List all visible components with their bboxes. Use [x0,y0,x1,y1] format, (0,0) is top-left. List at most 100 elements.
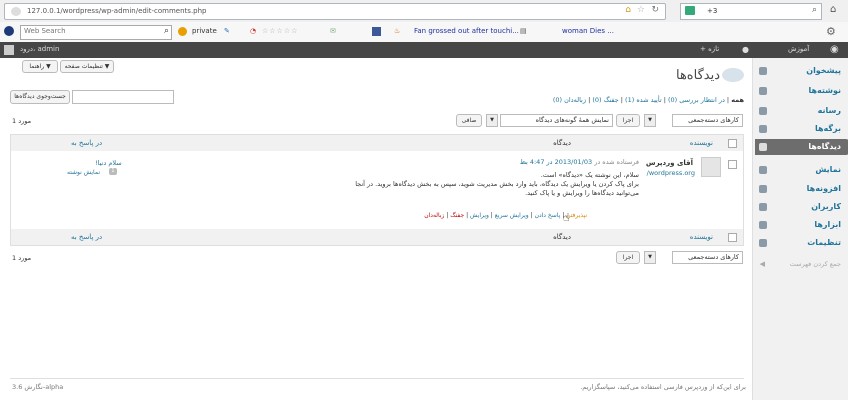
filter-all[interactable]: همه [731,96,744,104]
sidebar-item-dashboard[interactable]: پیشخوان [806,66,841,75]
search-comments-input[interactable] [72,90,174,104]
sidebar-item-pages[interactable]: برگه‌ها [815,124,841,133]
google-icon [685,6,695,15]
col-in-response[interactable]: در پاسخ به [71,139,102,147]
web-search-field[interactable]: ⌕ [20,25,172,40]
comments-menu-icon [759,143,767,151]
col-in-response-bottom[interactable]: در پاسخ به [71,233,102,241]
select-all-checkbox[interactable] [728,139,737,148]
url-text: 127.0.0.1/wordpress/wp-admin/edit-commen… [27,7,207,15]
clock-icon[interactable]: ◔ [250,27,256,35]
trash-link[interactable]: زباله‌دان [424,212,444,219]
posts-icon [759,87,767,95]
howdy-user[interactable]: درود، admin [20,45,59,53]
avatar[interactable] [4,45,14,55]
addon-toolbar: ⌕ private ✎ ◔ ☆☆☆☆☆ ✉ ♨ Fan grossed out … [0,22,848,43]
edit-link[interactable]: ویرایش [470,212,489,219]
screen-options-tab[interactable]: تنظیمات صفحه ▼ [60,60,114,73]
quick-edit-link[interactable]: ویرایش سریع [495,212,529,219]
comment-date-link[interactable]: 2013/01/03 در 4:47 بظ [520,158,592,166]
row-checkbox[interactable] [728,160,737,169]
site-name-link[interactable]: آموزش [788,45,809,53]
new-content-button[interactable]: + تازه [700,45,719,53]
toolbar-logo-icon[interactable] [4,26,14,36]
toolbar-news-1[interactable]: Fan grossed out after touchi... [414,27,519,35]
select-all-checkbox-bottom[interactable] [728,233,737,242]
comments-table: نویسنده دیدگاه در پاسخ به آقای وردپرس /w… [10,134,744,246]
apply-button-top[interactable]: اجرا [616,114,640,127]
filter-pending[interactable]: در انتظار بررسی (0) [668,96,725,104]
site-icon [11,7,21,16]
comment-count-bubble-icon[interactable]: 1 [109,168,117,175]
filter-spam[interactable]: جفنگ (0) [592,96,618,104]
search-icon[interactable]: ⌕ [164,26,169,36]
help-tab[interactable]: راهنما ▼ [22,60,58,73]
select-arrow-icon: ▼ [644,114,656,127]
rating-stars[interactable]: ☆☆☆☆☆ [262,27,298,35]
col-author[interactable]: نویسنده [690,139,713,147]
items-count-top: 1 مورد [12,117,32,125]
submitted-line: فرستاده شده در 2013/01/03 در 4:47 بظ [520,158,639,166]
comment-type-select[interactable]: نمایش همهٔ گونه‌های دیدگاه [500,114,613,127]
bulk-actions-select-top[interactable]: کارهای دسته‌جمعی [672,114,743,127]
facebook-icon[interactable] [372,27,381,36]
toolbar-private[interactable]: private [192,27,217,35]
admin-sidebar: پیشخوان نوشته‌ها رسانه برگه‌ها دیدگاه‌ها… [752,58,848,400]
search-icon[interactable]: ⌕ [812,5,817,15]
star-icon[interactable]: ☆ [637,5,645,15]
browser-url-bar: 127.0.0.1/wordpress/wp-admin/edit-commen… [0,0,848,23]
wp-logo-icon[interactable]: ◉ [830,44,839,55]
table-row: آقای وردپرس /wordpress.org فرستاده شده د… [11,153,743,227]
sidebar-item-appearance[interactable]: نمایش [815,165,841,174]
card-icon[interactable]: ▤ [520,27,527,35]
in-response-post-link[interactable]: سلام دنیا! [95,159,122,167]
select-arrow-icon: ▼ [486,114,498,127]
toolbar-news-2[interactable]: woman Dies ... [562,27,614,35]
collapse-menu-link[interactable]: جمع کردن فهرست [790,260,841,268]
filter-button[interactable]: صافی [456,114,482,127]
col-comment: دیدگاه [553,139,571,147]
author-url-link[interactable]: /wordpress.org [647,169,695,177]
page-title: دیدگاه‌ها [675,68,720,83]
tool-icon[interactable]: ✉ [330,27,336,35]
sidebar-item-users[interactable]: کاربران [811,202,841,211]
view-post-link[interactable]: نمایش نوشته [67,169,100,176]
url-field[interactable]: 127.0.0.1/wordpress/wp-admin/edit-commen… [4,3,666,20]
sidebar-item-plugins[interactable]: افزونه‌ها [807,184,841,193]
wp-admin-bar: درود، admin + تازه ● آموزش ◉ [0,42,848,58]
collapse-icon: ◀ [759,260,765,268]
web-search-input[interactable] [21,26,144,35]
users-icon [759,203,767,211]
settings-gear-icon[interactable]: ⚙ [826,25,836,38]
sidebar-item-posts[interactable]: نوشته‌ها [808,86,841,95]
sidebar-item-media[interactable]: رسانه [818,106,841,115]
search-comments-button[interactable]: جست‌وجوی دیدگاه‌ها [10,90,70,104]
appearance-icon [759,166,767,174]
footer-version: نگارش 3.6-alpha [12,383,64,391]
col-author-bottom[interactable]: نویسنده [690,233,713,241]
comments-title-icon [722,68,744,82]
home-icon[interactable]: ⌂ [625,5,631,15]
sidebar-item-settings[interactable]: تنظیمات [807,238,841,247]
reload-icon[interactable]: ↻ [651,5,659,15]
tools-icon [759,221,767,229]
reply-link[interactable]: پاسخ دادن [535,212,561,219]
comment-author: آقای وردپرس [645,159,693,167]
dashboard-icon [759,67,767,75]
sidebar-item-comments[interactable]: دیدگاه‌ها [808,142,841,151]
col-comment-bottom: دیدگاه [553,233,571,241]
sidebar-item-tools[interactable]: ابزارها [814,220,841,229]
select-arrow-icon: ▼ [644,251,656,264]
filter-trash[interactable]: زباله‌دان (0) [553,96,586,104]
spam-link[interactable]: جفنگ [450,212,464,219]
engine-search-value: +3 [707,7,718,15]
engine-search-field[interactable]: +3 ⌕ [680,3,822,20]
link-icon[interactable]: ✎ [224,27,230,35]
submitted-label: فرستاده شده در [594,158,639,166]
flame-icon[interactable]: ♨ [394,27,400,35]
comments-icon[interactable]: ● [742,45,749,54]
bulk-actions-select-bottom[interactable]: کارهای دسته‌جمعی [672,251,743,264]
home-button-icon[interactable]: ⌂ [830,4,836,15]
filter-approved[interactable]: تأیید شده (1) [625,96,662,104]
apply-button-bottom[interactable]: اجرا [616,251,640,264]
